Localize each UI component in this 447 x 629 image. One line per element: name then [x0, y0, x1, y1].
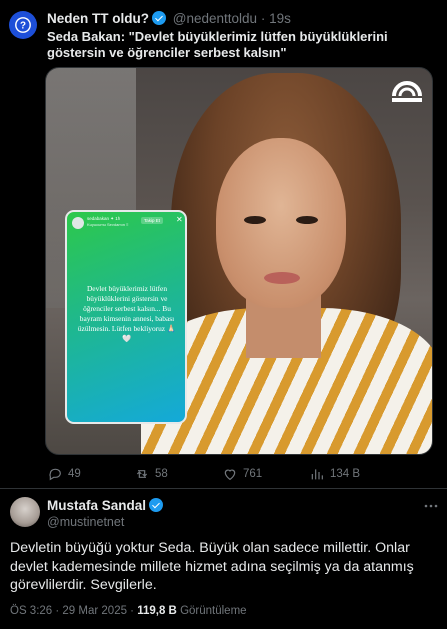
tweet-time[interactable]: ÖS 3:26 · 29 Mar 2025 ·: [10, 605, 134, 617]
repost-count: 58: [155, 468, 168, 480]
quoted-separator: ·: [260, 11, 266, 26]
quoted-avatar[interactable]: ?: [9, 11, 37, 39]
story-screenshot: sedabakan ✦ 1h Kuyucumu Sevdamın ≡ Takip…: [65, 210, 187, 424]
like-count: 761: [243, 468, 263, 480]
verified-badge-icon: [149, 498, 164, 512]
tweet-meta: ÖS 3:26 · 29 Mar 2025 · 119,8 B Görüntül…: [10, 605, 247, 617]
photo-lips: [264, 272, 300, 284]
photo-eye-right: [296, 216, 318, 224]
story-avatar: [72, 217, 84, 229]
quoted-author-handle[interactable]: @nedenttoldu: [173, 11, 257, 26]
quoted-action-bar: 49 58 761 134 B: [47, 466, 437, 482]
reply-count: 49: [68, 468, 81, 480]
more-icon[interactable]: [424, 499, 438, 513]
svg-text:?: ?: [20, 21, 26, 32]
author-name-row: Mustafa Sandal: [47, 498, 166, 513]
quoted-media-image[interactable]: sedabakan ✦ 1h Kuyucumu Sevdamın ≡ Takip…: [45, 67, 433, 455]
author-handle[interactable]: @mustinetnet: [47, 515, 124, 529]
divider: [0, 488, 447, 489]
photo-eye-left: [244, 216, 266, 224]
quoted-time[interactable]: 19s: [269, 11, 291, 26]
quoted-header: Neden TT oldu? @nedenttoldu · 19s: [47, 11, 291, 26]
views-count: 134 B: [330, 468, 361, 480]
like-button[interactable]: 761: [222, 466, 262, 482]
quoted-author-name[interactable]: Neden TT oldu?: [47, 11, 149, 26]
story-subtitle: Kuyucumu Sevdamın ≡: [87, 222, 129, 227]
story-follow-button: Takip Et: [141, 217, 164, 224]
quoted-tweet[interactable]: ? Neden TT oldu? @nedenttoldu · 19s Seda…: [0, 0, 447, 488]
story-text: Devlet büyüklerimiz lütfen büyüklüklerin…: [77, 284, 177, 343]
quoted-text: Seda Bakan: "Devlet büyüklerimiz lütfen …: [47, 29, 388, 60]
views-chart-icon: [311, 469, 323, 480]
heart-icon: [224, 469, 236, 481]
verified-badge-icon: [152, 11, 166, 25]
tweet-views-label: Görüntüleme: [180, 605, 247, 617]
repost-icon: [136, 470, 148, 478]
repost-button[interactable]: 58: [134, 466, 168, 482]
watermark-logo-icon: [392, 81, 422, 102]
question-logo-icon: ?: [15, 17, 31, 33]
tweet-text: Devletin büyüğü yoktur Seda. Büyük olan …: [10, 540, 414, 593]
reply-icon: [49, 468, 61, 481]
tweet-views-count: 119,8 B: [137, 605, 177, 617]
reply-button[interactable]: 49: [47, 466, 81, 482]
photo-face: [216, 138, 346, 308]
views-button[interactable]: 134 B: [309, 466, 360, 482]
author-avatar[interactable]: [10, 497, 40, 527]
author-name[interactable]: Mustafa Sandal: [47, 498, 146, 513]
story-close-icon: ✕: [176, 215, 183, 224]
